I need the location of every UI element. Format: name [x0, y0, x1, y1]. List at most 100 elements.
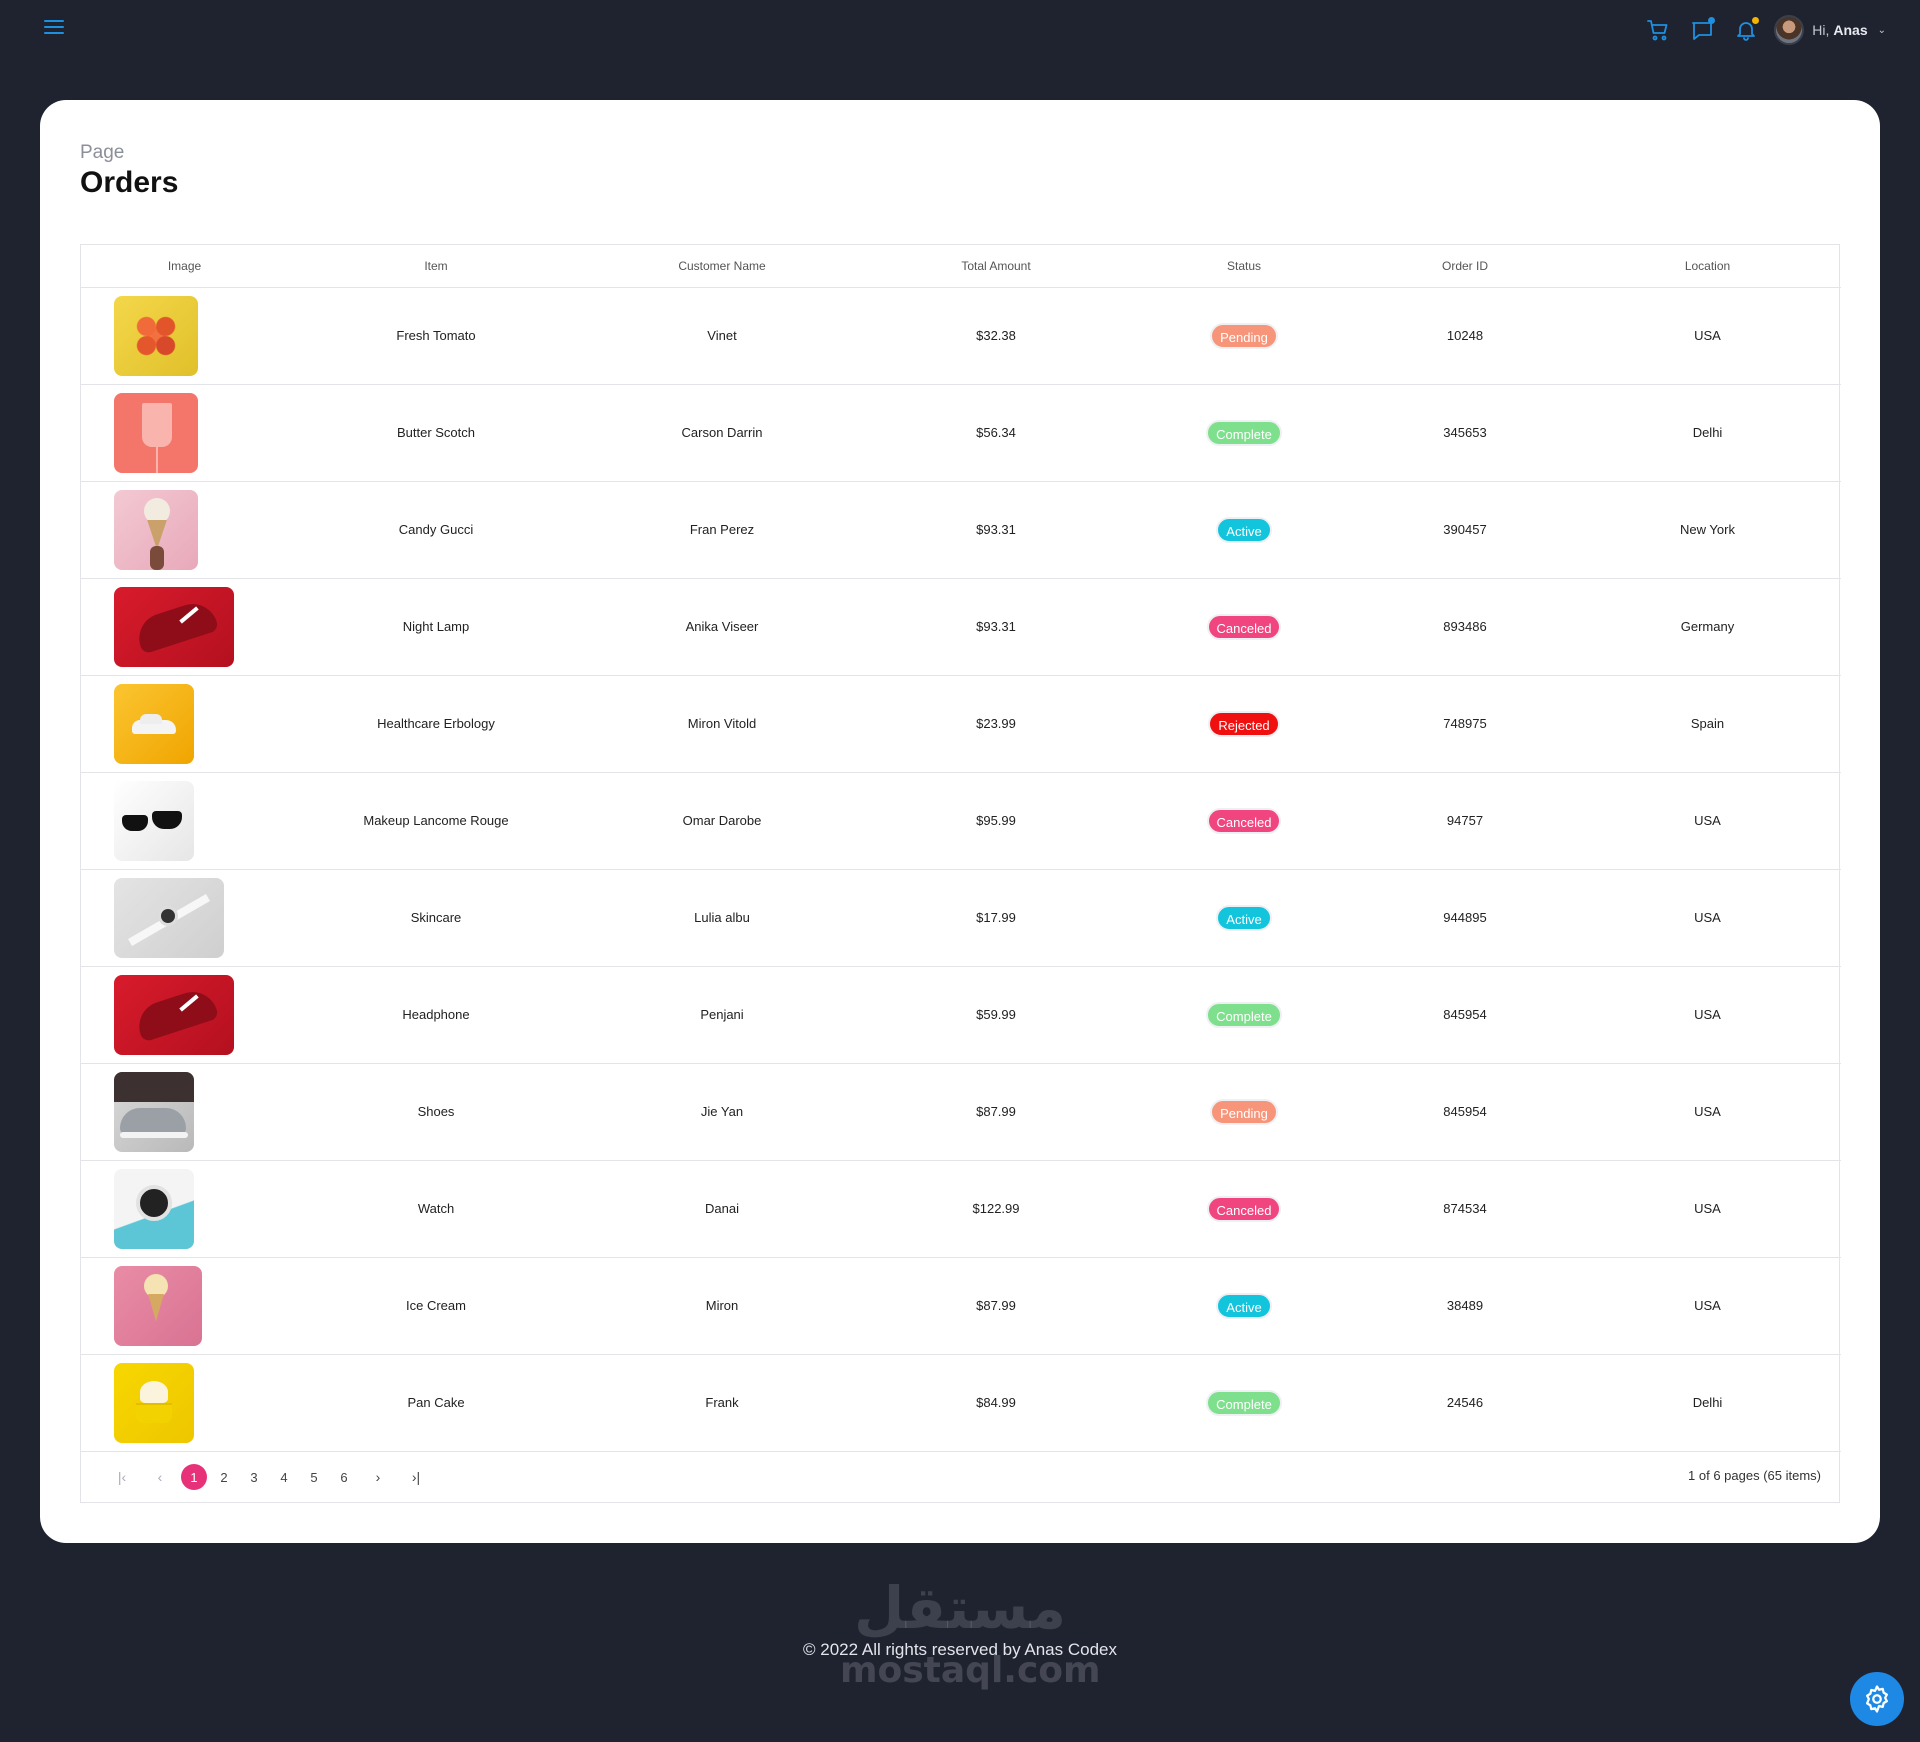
- order-id-cell: 94757: [1356, 772, 1574, 870]
- status-cell: Pending: [1132, 1063, 1356, 1161]
- customer-name-cell: Carson Darrin: [584, 384, 860, 482]
- table-row[interactable]: Healthcare Erbology Miron Vitold $23.99 Rej…: [81, 675, 1841, 773]
- page-title: Orders: [80, 166, 179, 199]
- page-button[interactable]: 3: [241, 1464, 267, 1490]
- table-row[interactable]: Pan Cake Frank $84.99 Complete 24546 Delhi: [81, 1354, 1841, 1452]
- location-cell: New York: [1574, 481, 1841, 579]
- pagination: |‹ ‹ 1 2 3 4 5 6 › ›| 1 of 6 pages (65 i…: [81, 1452, 1839, 1502]
- total-amount-cell: $93.31: [860, 481, 1132, 579]
- greeting-text: Hi,: [1812, 22, 1830, 38]
- table-row[interactable]: Watch Danai $122.99 Canceled 874534 USA: [81, 1160, 1841, 1258]
- table-row[interactable]: Candy Gucci Fran Perez $93.31 Active 390457 N…: [81, 481, 1841, 579]
- avatar[interactable]: [1774, 15, 1805, 45]
- item-cell: Headphone: [288, 966, 584, 1064]
- item-cell: Fresh Tomato: [288, 287, 584, 385]
- status-cell: Pending: [1132, 287, 1356, 385]
- product-image: [114, 1071, 194, 1152]
- column-header[interactable]: Status: [1132, 245, 1356, 288]
- watermark: مستقل mostaql.com: [840, 1574, 1101, 1691]
- order-id-cell: 845954: [1356, 966, 1574, 1064]
- product-image-cell: [81, 578, 288, 676]
- table-row[interactable]: Headphone Penjani $59.99 Complete 845954 USA: [81, 966, 1841, 1064]
- table-row[interactable]: Butter Scotch Carson Darrin $56.34 Complete…: [81, 384, 1841, 482]
- table-row[interactable]: Fresh Tomato Vinet $32.38 Pending 10248 USA: [81, 287, 1841, 385]
- status-cell: Active: [1132, 869, 1356, 967]
- column-header[interactable]: Item: [288, 245, 584, 288]
- product-image: [114, 489, 198, 570]
- page-button[interactable]: 5: [301, 1464, 327, 1490]
- user-name: Anas: [1833, 22, 1868, 38]
- column-header[interactable]: Order ID: [1356, 245, 1574, 288]
- chevron-right-icon[interactable]: ›: [361, 1464, 395, 1490]
- status-cell: Active: [1132, 481, 1356, 579]
- customer-name-cell: Miron: [584, 1257, 860, 1355]
- total-amount-cell: $23.99: [860, 675, 1132, 773]
- status-cell: Complete: [1132, 1354, 1356, 1452]
- status-cell: Canceled: [1132, 772, 1356, 870]
- column-header[interactable]: Image: [81, 245, 288, 288]
- customer-name-cell: Jie Yan: [584, 1063, 860, 1161]
- location-cell: Germany: [1574, 578, 1841, 676]
- item-cell: Candy Gucci: [288, 481, 584, 579]
- product-image: [114, 295, 198, 376]
- last-page-icon[interactable]: ›|: [399, 1464, 433, 1490]
- product-image: [114, 683, 194, 764]
- page-button[interactable]: 6: [331, 1464, 357, 1490]
- product-image: [114, 1362, 194, 1443]
- product-image-cell: [81, 772, 288, 870]
- location-cell: USA: [1574, 1257, 1841, 1355]
- status-badge: Pending: [1210, 1098, 1278, 1125]
- order-id-cell: 944895: [1356, 869, 1574, 967]
- column-header[interactable]: Total Amount: [860, 245, 1132, 288]
- table-row[interactable]: Ice Cream Miron $87.99 Active 38489 USA: [81, 1257, 1841, 1355]
- pagination-info: 1 of 6 pages (65 items): [1688, 1468, 1821, 1483]
- customer-name-cell: Fran Perez: [584, 481, 860, 579]
- customer-name-cell: Vinet: [584, 287, 860, 385]
- cart-icon[interactable]: [1644, 16, 1672, 44]
- product-image: [114, 974, 234, 1055]
- item-cell: Pan Cake: [288, 1354, 584, 1452]
- item-cell: Butter Scotch: [288, 384, 584, 482]
- watermark-arabic: مستقل: [853, 1574, 1067, 1642]
- chat-icon[interactable]: [1688, 16, 1716, 44]
- column-header[interactable]: Location: [1574, 245, 1841, 288]
- status-cell: Canceled: [1132, 578, 1356, 676]
- user-menu[interactable]: Hi, Anas ⌄: [1812, 22, 1886, 38]
- status-badge: Canceled: [1206, 1195, 1282, 1222]
- total-amount-cell: $87.99: [860, 1257, 1132, 1355]
- page-button[interactable]: 4: [271, 1464, 297, 1490]
- product-image-cell: [81, 1354, 288, 1452]
- order-id-cell: 390457: [1356, 481, 1574, 579]
- product-image-cell: [81, 1160, 288, 1258]
- product-image-cell: [81, 384, 288, 482]
- table-row[interactable]: Night Lamp Anika Viseer $93.31 Canceled 8934…: [81, 578, 1841, 676]
- page-button[interactable]: 2: [211, 1464, 237, 1490]
- status-badge: Rejected: [1208, 710, 1280, 737]
- product-image-cell: [81, 675, 288, 773]
- bell-icon[interactable]: [1732, 16, 1760, 44]
- table-row[interactable]: Skincare Lulia albu $17.99 Active 944895 USA: [81, 869, 1841, 967]
- table-row[interactable]: Makeup Lancome Rouge Omar Darobe $95.99 Can…: [81, 772, 1841, 870]
- menu-icon[interactable]: [44, 20, 64, 38]
- table-header-row: Image Item Customer Name Total Amount St…: [81, 245, 1841, 288]
- status-badge: Active: [1216, 516, 1272, 543]
- page-button[interactable]: 1: [181, 1464, 207, 1490]
- total-amount-cell: $87.99: [860, 1063, 1132, 1161]
- item-cell: Healthcare Erbology: [288, 675, 584, 773]
- table-row[interactable]: Shoes Jie Yan $87.99 Pending 845954 USA: [81, 1063, 1841, 1161]
- page-subtitle: Page: [80, 142, 125, 163]
- column-header[interactable]: Customer Name: [584, 245, 860, 288]
- product-image-cell: [81, 966, 288, 1064]
- orders-card: Page Orders Image Item Customer Name Tot…: [40, 100, 1880, 1543]
- customer-name-cell: Miron Vitold: [584, 675, 860, 773]
- chevron-left-icon[interactable]: ‹: [143, 1464, 177, 1490]
- location-cell: Spain: [1574, 675, 1841, 773]
- product-image-cell: [81, 287, 288, 385]
- product-image: [114, 780, 194, 861]
- status-badge: Active: [1216, 904, 1272, 931]
- settings-button[interactable]: [1850, 1672, 1904, 1726]
- product-image-cell: [81, 1063, 288, 1161]
- status-cell: Complete: [1132, 384, 1356, 482]
- first-page-icon[interactable]: |‹: [105, 1464, 139, 1490]
- total-amount-cell: $84.99: [860, 1354, 1132, 1452]
